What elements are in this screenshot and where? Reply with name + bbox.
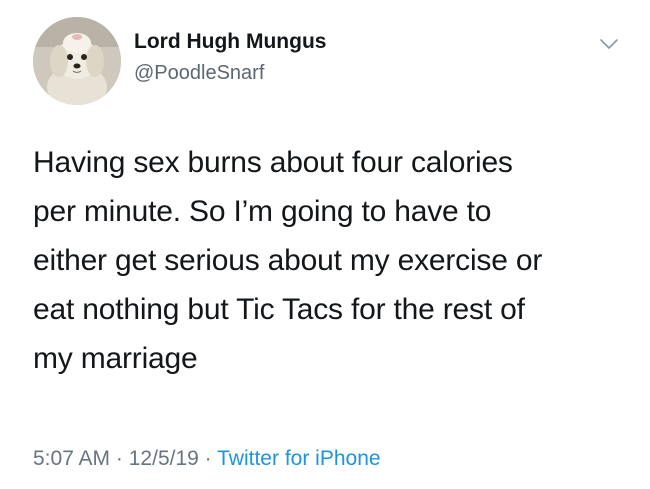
tweet-date[interactable]: 12/5/19: [129, 447, 199, 470]
separator-dot: ·: [115, 447, 123, 470]
separator-dot: ·: [204, 447, 212, 470]
tweet-source-link[interactable]: Twitter for iPhone: [217, 447, 380, 470]
tweet-text: Having sex burns about four calories per…: [33, 138, 633, 383]
tweet-text-line: per minute. So I’m going to have to: [33, 195, 492, 228]
tweet-text-line: my marriage: [33, 342, 198, 375]
avatar[interactable]: [33, 17, 121, 105]
tweet-metadata: 5:07 AM · 12/5/19 · Twitter for iPhone: [33, 447, 381, 471]
tweet-menu-button[interactable]: [596, 34, 622, 54]
tweet-text-line: eat nothing but Tic Tacs for the rest of: [33, 293, 525, 326]
author-display-name[interactable]: Lord Hugh Mungus: [134, 30, 326, 54]
tweet-text-line: either get serious about my exercise or: [33, 244, 543, 277]
chevron-down-icon: [600, 39, 618, 49]
tweet-time[interactable]: 5:07 AM: [33, 447, 110, 470]
tweet-card: Lord Hugh Mungus @PoodleSnarf Having sex…: [0, 0, 650, 489]
author-handle[interactable]: @PoodleSnarf: [134, 62, 264, 85]
tweet-text-line: Having sex burns about four calories: [33, 146, 513, 179]
poodle-avatar-icon: [33, 17, 121, 105]
